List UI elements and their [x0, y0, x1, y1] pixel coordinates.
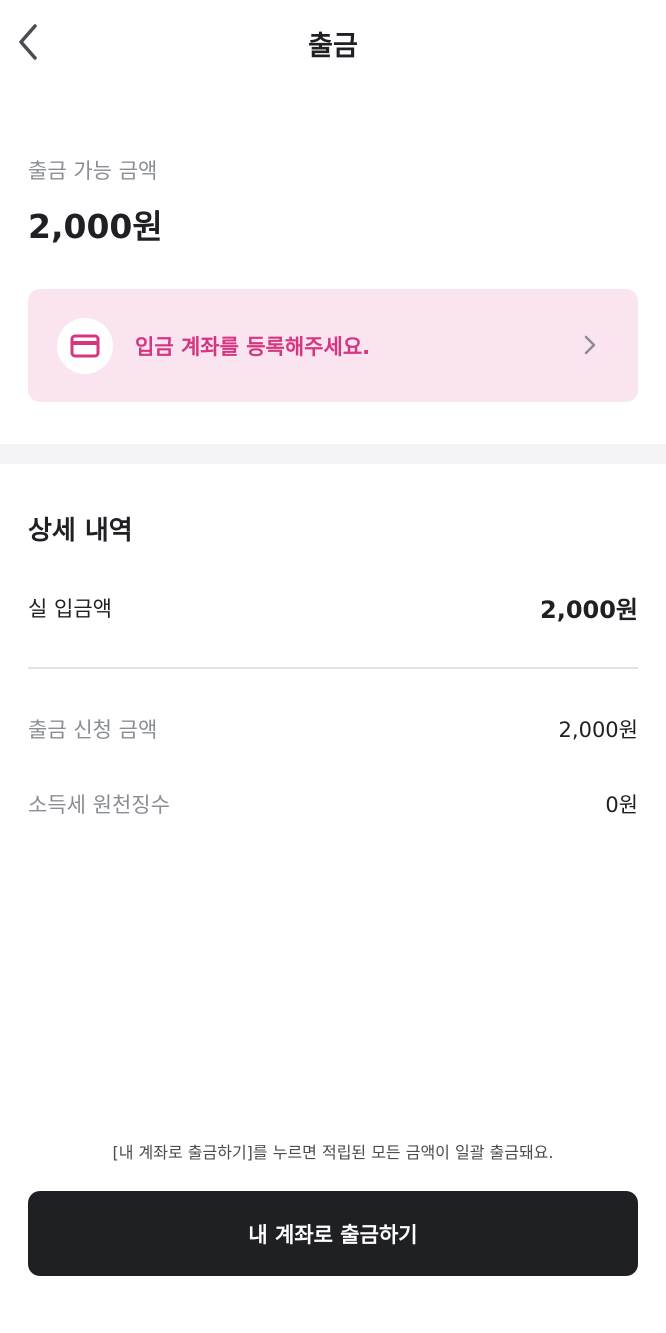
withdraw-button[interactable]: 내 계좌로 출금하기 — [28, 1191, 638, 1276]
net-deposit-label: 실 입금액 — [28, 596, 112, 621]
available-amount-label: 출금 가능 금액 — [28, 159, 158, 183]
request-amount-value: 2,000원 — [558, 718, 638, 742]
credit-card-icon — [70, 334, 100, 358]
details-divider — [28, 667, 638, 669]
net-deposit-value: 2,000원 — [540, 596, 638, 624]
page-title: 출금 — [308, 31, 358, 62]
register-account-text: 입금 계좌를 등록해주세요. — [135, 335, 371, 359]
income-tax-value: 0원 — [605, 793, 638, 817]
net-deposit-row: 실 입금액 2,000원 — [28, 590, 638, 625]
section-divider — [0, 444, 666, 464]
card-icon-container — [57, 318, 113, 374]
available-amount-value: 2,000원 — [28, 207, 163, 246]
header: 출금 — [0, 0, 666, 86]
details-title: 상세 내역 — [28, 516, 133, 546]
withdraw-notice: [내 계좌로 출금하기]를 누르면 적립된 모든 금액이 일괄 출금돼요. — [112, 1143, 554, 1162]
request-amount-row: 출금 신청 금액 2,000원 — [28, 714, 638, 744]
income-tax-row: 소득세 원천징수 0원 — [28, 789, 638, 819]
income-tax-label: 소득세 원천징수 — [28, 793, 170, 817]
chevron-right-icon — [580, 331, 600, 359]
request-amount-label: 출금 신청 금액 — [28, 718, 158, 742]
register-account-banner[interactable]: 입금 계좌를 등록해주세요. — [28, 289, 638, 402]
withdraw-button-label: 내 계좌로 출금하기 — [248, 1222, 418, 1247]
